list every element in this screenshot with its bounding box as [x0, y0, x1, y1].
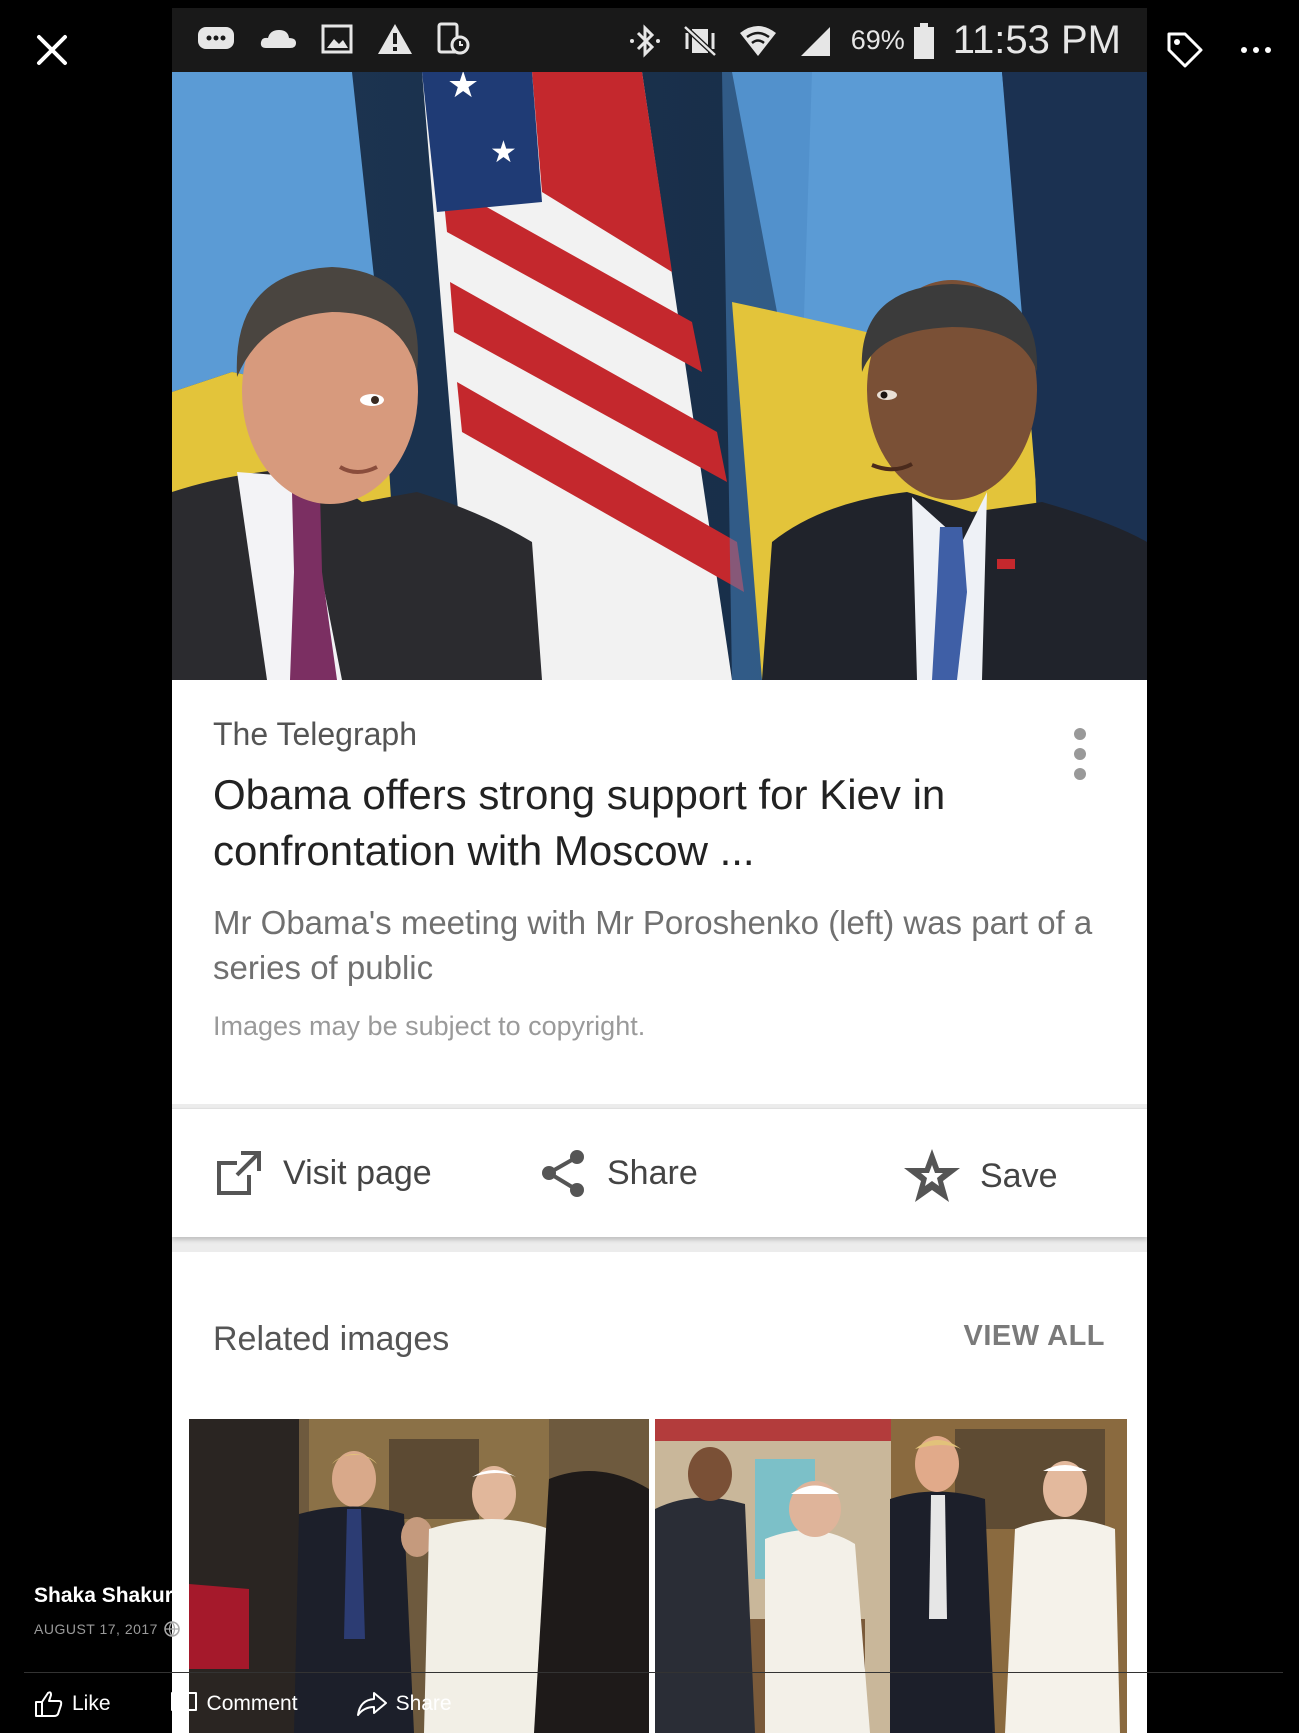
- signal-icon: [800, 26, 830, 56]
- vibrate-mute-icon: [682, 24, 717, 57]
- bluetooth-icon: [629, 23, 660, 58]
- article-card[interactable]: The Telegraph Obama offers strong suppor…: [172, 680, 1147, 1104]
- status-bar: 69% 11:53 PM: [172, 8, 1147, 72]
- visit-page-button[interactable]: Visit page: [213, 1147, 432, 1199]
- view-all-link[interactable]: VIEW ALL: [964, 1320, 1105, 1353]
- share-button[interactable]: Share: [537, 1147, 698, 1199]
- comment-label: Comment: [206, 1692, 298, 1715]
- post-actions: Like Comment Share: [34, 1690, 510, 1718]
- article-headline[interactable]: Obama offers strong support for Kiev in …: [213, 767, 1043, 879]
- save-label: Save: [980, 1156, 1058, 1195]
- related-images-section: Related images VIEW ALL: [172, 1252, 1147, 1733]
- comment-button[interactable]: Comment: [169, 1690, 298, 1718]
- notification-icons: [196, 22, 470, 56]
- svg-text:★: ★: [490, 136, 517, 169]
- save-button[interactable]: Save: [902, 1147, 1058, 1205]
- tag-icon[interactable]: [1163, 28, 1207, 72]
- related-image-1[interactable]: [189, 1419, 649, 1733]
- comment-icon: [170, 1692, 197, 1717]
- battery-percent: 69%: [850, 25, 905, 55]
- overflow-menu-icon[interactable]: [1060, 722, 1100, 786]
- more-icon[interactable]: [1236, 32, 1276, 68]
- post-author[interactable]: Shaka Shakur: [34, 1584, 173, 1608]
- visit-page-label: Visit page: [283, 1153, 432, 1192]
- share-label: Share: [607, 1153, 698, 1192]
- divider: [24, 1672, 1283, 1673]
- globe-icon: [164, 1621, 180, 1637]
- message-icon: [198, 27, 234, 49]
- warning-icon: [378, 24, 412, 54]
- svg-text:★: ★: [447, 72, 479, 105]
- fb-share-label: Share: [395, 1692, 452, 1715]
- source-name: The Telegraph: [213, 716, 417, 752]
- cloud-icon: [260, 30, 296, 48]
- close-icon[interactable]: [30, 28, 74, 72]
- copyright-note: Images may be subject to copyright.: [213, 1011, 646, 1041]
- shared-screenshot: 69% 11:53 PM ★ ★ The Telegraph Obama off…: [172, 8, 1147, 1733]
- wifi-icon: [739, 25, 776, 56]
- battery-icon: [913, 22, 934, 59]
- post-date[interactable]: AUGUST 17, 2017: [34, 1621, 158, 1637]
- phone-timer-icon: [437, 22, 470, 55]
- fb-share-button[interactable]: Share: [356, 1690, 452, 1718]
- like-label: Like: [72, 1692, 111, 1715]
- image-icon: [321, 24, 353, 54]
- system-icons: 69% 11:53 PM: [627, 18, 1121, 63]
- post-meta: AUGUST 17, 2017: [34, 1621, 180, 1637]
- like-button[interactable]: Like: [34, 1690, 111, 1718]
- external-link-icon: [217, 1151, 261, 1195]
- article-photo: ★ ★: [172, 72, 1147, 680]
- related-images-title: Related images: [213, 1320, 450, 1358]
- related-image-2[interactable]: [655, 1419, 1127, 1733]
- share-arrow-icon: [356, 1692, 387, 1716]
- article-snippet: Mr Obama's meeting with Mr Poroshenko (l…: [213, 904, 1093, 986]
- action-bar: Visit page Share Save: [172, 1108, 1147, 1237]
- clock-time: 11:53 PM: [952, 18, 1121, 62]
- share-icon: [542, 1150, 584, 1197]
- like-icon: [35, 1691, 63, 1717]
- save-star-icon: [904, 1149, 960, 1202]
